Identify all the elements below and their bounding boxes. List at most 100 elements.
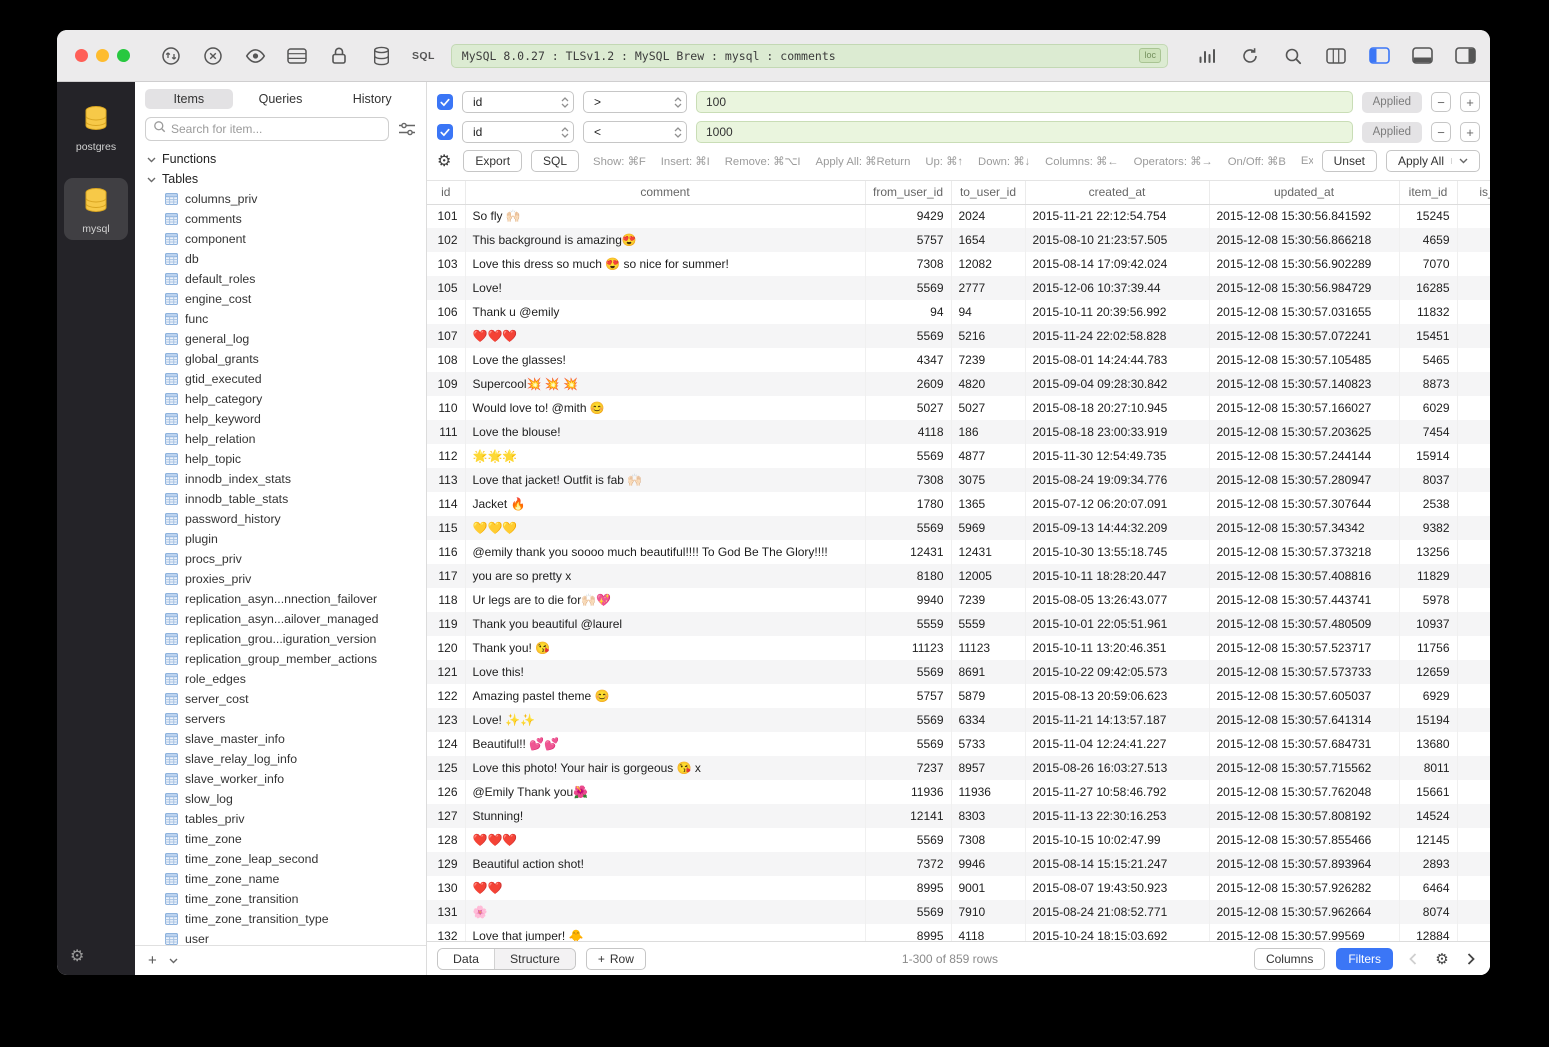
filter-column-select[interactable]: id <box>462 91 574 113</box>
cell-id[interactable]: 113 <box>427 468 465 492</box>
cell-from-user-id[interactable]: 5559 <box>865 612 951 636</box>
cell-updated-at[interactable]: 2015-12-08 15:30:57.166027 <box>1209 396 1399 420</box>
sidebar-tab-queries[interactable]: Queries <box>237 89 325 109</box>
cell-id[interactable]: 131 <box>427 900 465 924</box>
cell-id[interactable]: 121 <box>427 660 465 684</box>
cell-is-[interactable] <box>1457 492 1490 516</box>
cell-is-[interactable] <box>1457 204 1490 228</box>
cell-created-at[interactable]: 2015-10-22 09:42:05.573 <box>1025 660 1209 684</box>
sidebar-table-item[interactable]: time_zone_name <box>135 869 426 889</box>
cell-to-user-id[interactable]: 7910 <box>951 900 1025 924</box>
sql-editor-icon[interactable]: SQL <box>412 45 435 67</box>
connection-sync-icon[interactable] <box>160 45 182 67</box>
cell-updated-at[interactable]: 2015-12-08 15:30:56.866218 <box>1209 228 1399 252</box>
export-button[interactable]: Export <box>463 150 522 172</box>
cell-to-user-id[interactable]: 5559 <box>951 612 1025 636</box>
grid-settings-gear-icon[interactable]: ⚙ <box>1433 949 1451 969</box>
sidebar-table-item[interactable]: user <box>135 929 426 945</box>
cell-id[interactable]: 105 <box>427 276 465 300</box>
cell-comment[interactable]: Beautiful!! 💕💕 <box>465 732 865 756</box>
cell-id[interactable]: 130 <box>427 876 465 900</box>
cell-to-user-id[interactable]: 4118 <box>951 924 1025 941</box>
cell-created-at[interactable]: 2015-12-06 10:37:39.44 <box>1025 276 1209 300</box>
cell-from-user-id[interactable]: 5569 <box>865 276 951 300</box>
cell-created-at[interactable]: 2015-08-26 16:03:27.513 <box>1025 756 1209 780</box>
filter-column-select[interactable]: id <box>462 121 574 143</box>
sidebar-table-item[interactable]: help_relation <box>135 429 426 449</box>
column-header-from-user-id[interactable]: from_user_id <box>865 181 951 204</box>
cell-item-id[interactable]: 6929 <box>1399 684 1457 708</box>
cell-created-at[interactable]: 2015-08-01 14:24:44.783 <box>1025 348 1209 372</box>
cell-to-user-id[interactable]: 7239 <box>951 588 1025 612</box>
cell-from-user-id[interactable]: 7372 <box>865 852 951 876</box>
cell-created-at[interactable]: 2015-10-11 20:39:56.992 <box>1025 300 1209 324</box>
table-row[interactable]: 131🌸556979102015-08-24 21:08:52.7712015-… <box>427 900 1490 924</box>
cell-comment[interactable]: ❤️❤️❤️ <box>465 324 865 348</box>
cell-comment[interactable]: 🌟🌟🌟 <box>465 444 865 468</box>
cell-from-user-id[interactable]: 5569 <box>865 324 951 348</box>
cell-is-[interactable] <box>1457 636 1490 660</box>
cell-comment[interactable]: Love! <box>465 276 865 300</box>
cell-created-at[interactable]: 2015-08-07 19:43:50.923 <box>1025 876 1209 900</box>
cell-updated-at[interactable]: 2015-12-08 15:30:57.762048 <box>1209 780 1399 804</box>
sidebar-table-item[interactable]: procs_priv <box>135 549 426 569</box>
cell-to-user-id[interactable]: 8957 <box>951 756 1025 780</box>
cell-from-user-id[interactable]: 4347 <box>865 348 951 372</box>
sidebar-table-item[interactable]: server_cost <box>135 689 426 709</box>
table-row[interactable]: 103Love this dress so much 😍 so nice for… <box>427 252 1490 276</box>
connection-postgres[interactable]: postgres <box>64 96 128 158</box>
chart-icon[interactable] <box>1196 45 1218 67</box>
preview-eye-icon[interactable] <box>244 45 266 67</box>
add-row-button[interactable]: +Row <box>586 948 646 970</box>
column-header-to-user-id[interactable]: to_user_id <box>951 181 1025 204</box>
filter-enabled-checkbox[interactable] <box>437 124 453 140</box>
connections-settings-gear-icon[interactable]: ⚙ <box>70 946 84 966</box>
cell-item-id[interactable]: 4659 <box>1399 228 1457 252</box>
filter-settings-gear-icon[interactable]: ⚙ <box>437 151 451 171</box>
sidebar-table-item[interactable]: time_zone_transition <box>135 889 426 909</box>
cell-created-at[interactable]: 2015-11-27 10:58:46.792 <box>1025 780 1209 804</box>
column-header-id[interactable]: id <box>427 181 465 204</box>
filters-button[interactable]: Filters <box>1336 948 1393 970</box>
cell-updated-at[interactable]: 2015-12-08 15:30:57.684731 <box>1209 732 1399 756</box>
cell-id[interactable]: 112 <box>427 444 465 468</box>
cell-from-user-id[interactable]: 5569 <box>865 900 951 924</box>
cell-id[interactable]: 122 <box>427 684 465 708</box>
cell-item-id[interactable]: 12884 <box>1399 924 1457 941</box>
cell-to-user-id[interactable]: 12082 <box>951 252 1025 276</box>
cell-created-at[interactable]: 2015-11-13 22:30:16.253 <box>1025 804 1209 828</box>
cell-id[interactable]: 107 <box>427 324 465 348</box>
cell-id[interactable]: 118 <box>427 588 465 612</box>
cell-is-[interactable] <box>1457 684 1490 708</box>
cell-updated-at[interactable]: 2015-12-08 15:30:57.808192 <box>1209 804 1399 828</box>
cell-created-at[interactable]: 2015-11-21 14:13:57.187 <box>1025 708 1209 732</box>
sidebar-table-item[interactable]: general_log <box>135 329 426 349</box>
connection-title-field[interactable]: MySQL 8.0.27 : TLSv1.2 : MySQL Brew : my… <box>451 44 1168 68</box>
cell-item-id[interactable]: 2538 <box>1399 492 1457 516</box>
cell-item-id[interactable]: 15194 <box>1399 708 1457 732</box>
cell-comment[interactable]: Love that jumper! 🐥 <box>465 924 865 941</box>
cell-to-user-id[interactable]: 6334 <box>951 708 1025 732</box>
cell-is-[interactable] <box>1457 924 1490 941</box>
cell-from-user-id[interactable]: 5569 <box>865 828 951 852</box>
cell-updated-at[interactable]: 2015-12-08 15:30:57.573733 <box>1209 660 1399 684</box>
cell-updated-at[interactable]: 2015-12-08 15:30:57.480509 <box>1209 612 1399 636</box>
filter-remove-button[interactable]: − <box>1431 122 1451 142</box>
cell-updated-at[interactable]: 2015-12-08 15:30:57.523717 <box>1209 636 1399 660</box>
cell-created-at[interactable]: 2015-11-24 22:02:58.828 <box>1025 324 1209 348</box>
cell-updated-at[interactable]: 2015-12-08 15:30:57.893964 <box>1209 852 1399 876</box>
column-header-comment[interactable]: comment <box>465 181 865 204</box>
cell-updated-at[interactable]: 2015-12-08 15:30:57.99569 <box>1209 924 1399 941</box>
cell-created-at[interactable]: 2015-11-30 12:54:49.735 <box>1025 444 1209 468</box>
cell-is-[interactable] <box>1457 804 1490 828</box>
cell-comment[interactable]: This background is amazing😍 <box>465 228 865 252</box>
sidebar-table-item[interactable]: servers <box>135 709 426 729</box>
cell-is-[interactable] <box>1457 444 1490 468</box>
cell-item-id[interactable]: 8037 <box>1399 468 1457 492</box>
sidebar-table-item[interactable]: replication_asyn...nnection_failover <box>135 589 426 609</box>
sidebar-table-item[interactable]: time_zone_leap_second <box>135 849 426 869</box>
cell-to-user-id[interactable]: 8303 <box>951 804 1025 828</box>
cell-item-id[interactable]: 15914 <box>1399 444 1457 468</box>
filter-operator-select[interactable]: > <box>583 91 687 113</box>
sidebar-table-item[interactable]: password_history <box>135 509 426 529</box>
